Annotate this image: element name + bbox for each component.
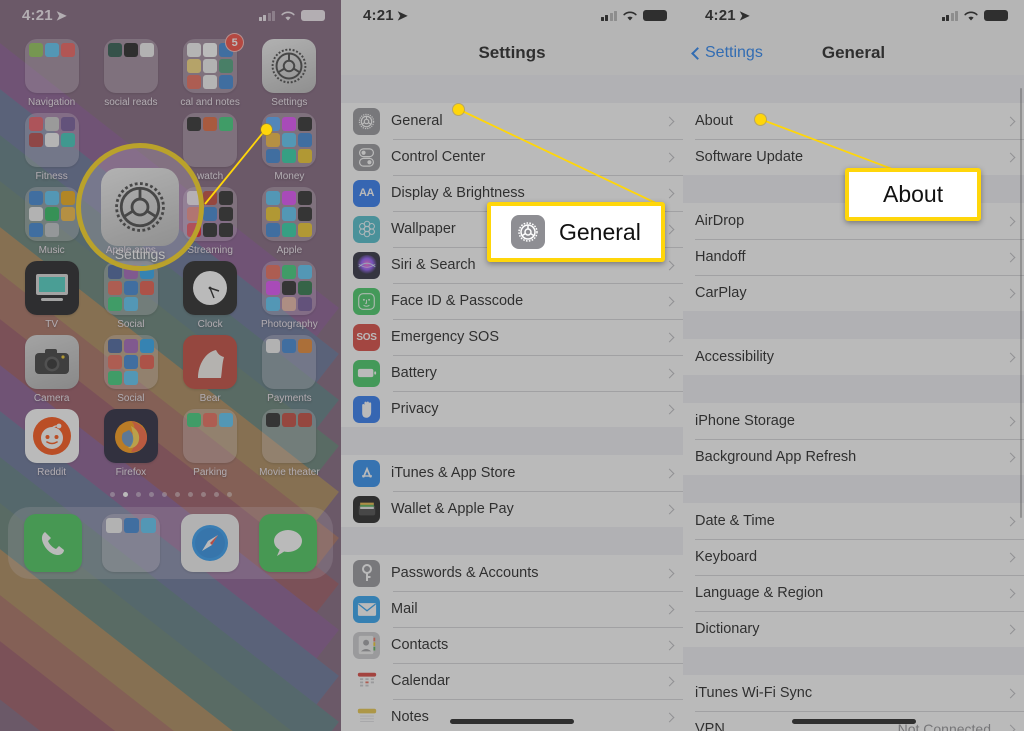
callout-general: General xyxy=(487,202,665,262)
annotation-dot-general xyxy=(453,104,464,115)
gear-icon xyxy=(511,215,545,249)
three-panel-tutorial-screenshot: 4:21 ➤ Navigation social reads 5 cal and… xyxy=(0,0,1024,731)
annotation-dot-settings-app xyxy=(261,124,272,135)
callout-general-label: General xyxy=(559,218,641,245)
leader-lines xyxy=(204,108,901,206)
callout-about-label: About xyxy=(883,181,944,207)
annotation-dot-about xyxy=(755,114,766,125)
leader-line-general xyxy=(457,108,661,206)
leader-line-about xyxy=(759,118,901,173)
leader-line-settings-app xyxy=(204,128,267,205)
callout-about: About xyxy=(845,168,982,221)
